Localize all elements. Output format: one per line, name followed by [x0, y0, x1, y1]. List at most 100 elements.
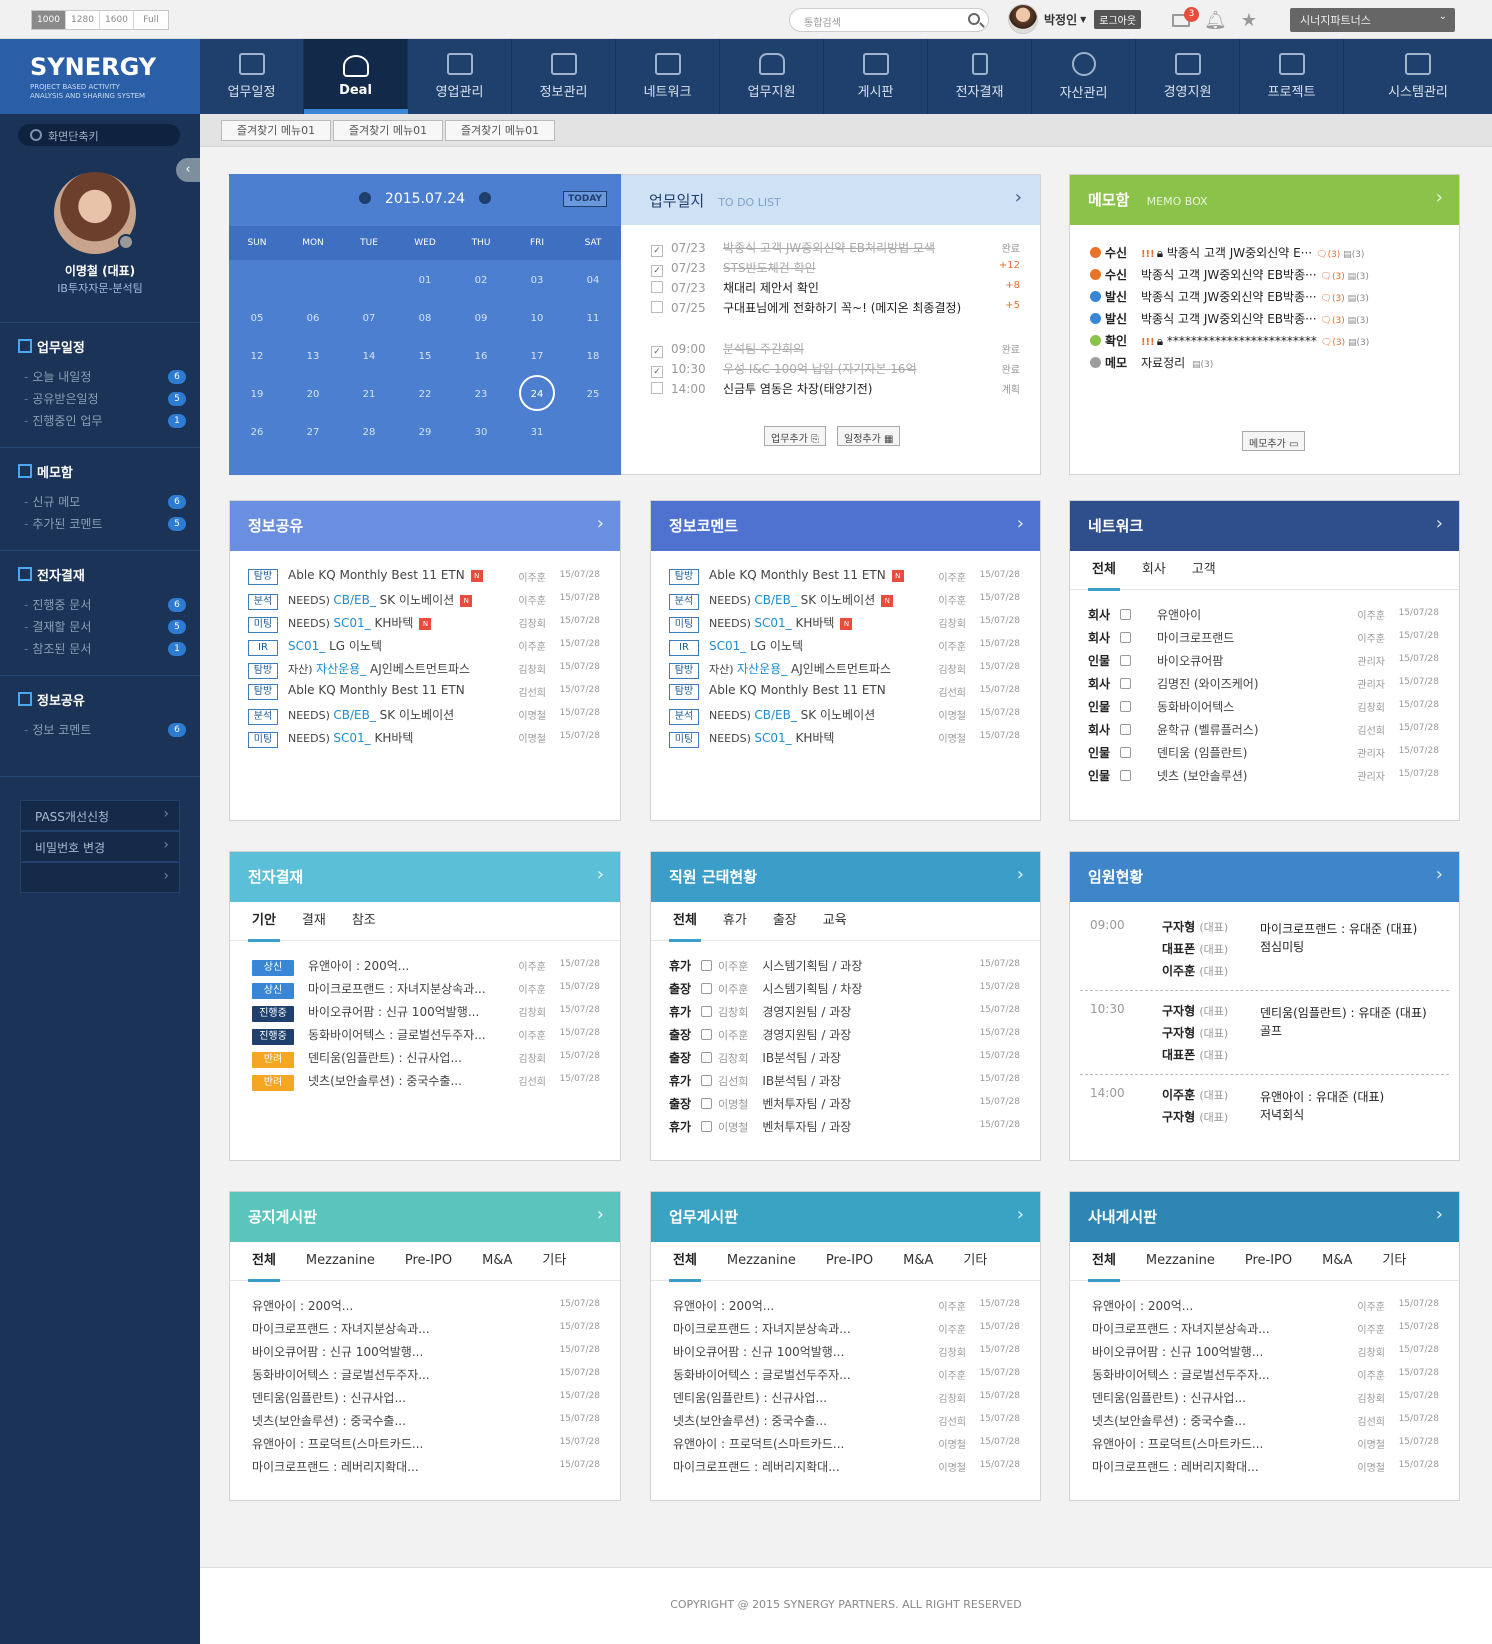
- info-link[interactable]: 자산운용_: [737, 662, 791, 676]
- calendar-day[interactable]: 13: [285, 351, 341, 362]
- board-row[interactable]: 마이크로프랜드 : 자녀지분상속과... 이주훈 15/07/28: [673, 1320, 1022, 1340]
- board-row[interactable]: 바이오큐어팜 : 신규 100억발행... 김창회 15/07/28: [673, 1343, 1022, 1363]
- board-row[interactable]: 동화바이어텍스 : 글로벌선두주자... 이주훈 15/07/28: [1092, 1366, 1441, 1386]
- board-row[interactable]: 넷츠(보안솔루션) : 중국수출... 15/07/28: [252, 1412, 602, 1432]
- todo-item[interactable]: 07/23 채대리 제안서 확인 +8: [651, 279, 1020, 299]
- chevron-right-icon[interactable]: ›: [597, 1204, 604, 1225]
- tab-company[interactable]: 회사: [1142, 551, 1166, 590]
- info-row[interactable]: 미팅 NEEDS) SC01_ KH바텍 N 김창회 15/07/28: [248, 614, 602, 634]
- network-row[interactable]: 인물 바이오큐어팜 관리자 15/07/28: [1088, 652, 1441, 672]
- calendar-day[interactable]: 15: [397, 351, 453, 362]
- calendar-day[interactable]: 02: [453, 275, 509, 286]
- gnb-system[interactable]: 시스템관리: [1344, 39, 1492, 114]
- board-row[interactable]: 넷츠(보안솔루션) : 중국수출... 김선희 15/07/28: [1092, 1412, 1441, 1432]
- attendance-row[interactable]: 출장 김창회 IB분석팀 / 과장 15/07/28: [669, 1049, 1022, 1069]
- attendance-row[interactable]: 휴가 이명철 벤처투자팀 / 과장 15/07/28: [669, 1118, 1022, 1138]
- chevron-right-icon[interactable]: ›: [597, 513, 604, 534]
- checkbox[interactable]: ✓: [651, 245, 663, 257]
- info-link[interactable]: CB/EB_: [333, 593, 379, 607]
- board-row[interactable]: 유앤아이 : 프로덕트(스마트카드... 이명철 15/07/28: [1092, 1435, 1441, 1455]
- info-link[interactable]: SC01_: [333, 616, 374, 630]
- board-row[interactable]: 마이크로프랜드 : 레버리지확대... 이명철 15/07/28: [1092, 1458, 1441, 1478]
- calendar-day[interactable]: 23: [453, 389, 509, 400]
- board-row[interactable]: 덴티움(임플란트) : 신규사업... 15/07/28: [252, 1389, 602, 1409]
- chevron-right-icon[interactable]: ›: [597, 864, 604, 885]
- chevron-down-icon[interactable]: ▼: [1080, 15, 1086, 24]
- todo-item[interactable]: ✓ 07/23 STS반도체건 확인 +12: [651, 259, 1020, 279]
- favorite-menu-3[interactable]: 즐겨찾기 메뉴01: [445, 120, 555, 141]
- attendance-row[interactable]: 휴가 이주훈 시스템기획팀 / 과장 15/07/28: [669, 957, 1022, 977]
- today-button[interactable]: TODAY: [563, 191, 607, 207]
- network-row[interactable]: 회사 마이크로프랜드 이주훈 15/07/28: [1088, 629, 1441, 649]
- add-task-button[interactable]: 업무추가 ⎘: [764, 426, 826, 446]
- memo-item[interactable]: 수신!!! 🔒︎ 박종식 고객 JW중외신약 E··· 🗨︎(3) ▤(3): [1090, 244, 1439, 264]
- info-row[interactable]: 탐방 Able KQ Monthly Best 11 ETN N 이주훈 15/07/2…: [248, 568, 602, 588]
- board-tab[interactable]: 기타: [542, 1242, 566, 1281]
- sidebar-item[interactable]: 진행중인 업무: [24, 412, 102, 429]
- checkbox[interactable]: [651, 281, 663, 293]
- gnb-info[interactable]: 정보관리: [512, 39, 616, 114]
- resolution-1280[interactable]: 1280: [66, 11, 100, 29]
- sidebar-item[interactable]: 참조된 문서: [24, 640, 91, 657]
- board-tab[interactable]: Mezzanine: [1146, 1242, 1215, 1281]
- tab-education[interactable]: 교육: [823, 902, 847, 941]
- sidebar-item[interactable]: 신규 메모: [24, 493, 80, 510]
- gnb-support[interactable]: 업무지원: [720, 39, 824, 114]
- calendar-day[interactable]: 27: [285, 427, 341, 438]
- board-tab[interactable]: 기타: [1382, 1242, 1406, 1281]
- calendar-day[interactable]: 22: [397, 389, 453, 400]
- chevron-right-icon[interactable]: ›: [1017, 1204, 1024, 1225]
- resolution-1000[interactable]: 1000: [32, 11, 66, 29]
- calendar-day[interactable]: 30: [453, 427, 509, 438]
- calendar-day[interactable]: 10: [509, 313, 565, 324]
- sidebar-item[interactable]: 공유받은일정: [24, 390, 98, 407]
- sidebar-section-title[interactable]: 업무일정: [18, 337, 85, 356]
- approval-row[interactable]: 반려 덴티움(임플란트) : 신규사업... 김창회 15/07/28: [252, 1049, 602, 1069]
- board-tab[interactable]: 전체: [248, 1242, 280, 1282]
- info-row[interactable]: 분석 NEEDS) CB/EB_ SK 이노베이션 N 이주훈 15/07/28: [248, 591, 602, 611]
- board-row[interactable]: 바이오큐어팜 : 신규 100억발행... 15/07/28: [252, 1343, 602, 1363]
- gnb-schedule[interactable]: 업무일정: [200, 39, 304, 114]
- info-row[interactable]: 탐방 Able KQ Monthly Best 11 ETN 김선희 15/07/28: [248, 683, 602, 703]
- chevron-right-icon[interactable]: ›: [1017, 864, 1024, 885]
- tab-trip[interactable]: 출장: [773, 902, 797, 941]
- info-link[interactable]: SC01_: [288, 639, 329, 653]
- board-tab[interactable]: M&A: [1322, 1242, 1352, 1281]
- star-icon[interactable]: ★: [1241, 10, 1257, 31]
- add-memo-button[interactable]: 메모추가 ▭: [1242, 431, 1306, 451]
- calendar-day[interactable]: 03: [509, 275, 565, 286]
- gnb-network[interactable]: 네트워크: [616, 39, 720, 114]
- sidebar-item[interactable]: 오늘 내일정: [24, 368, 91, 385]
- tab-all[interactable]: 전체: [669, 902, 701, 942]
- collapse-sidebar-button[interactable]: ‹: [176, 158, 200, 182]
- approval-row[interactable]: 반려 넷츠(보안솔루션) : 중국수출... 김선희 15/07/28: [252, 1072, 602, 1092]
- pass-request-button[interactable]: PASS개선신청: [20, 800, 180, 831]
- info-link[interactable]: 자산운용_: [316, 662, 370, 676]
- board-row[interactable]: 마이크로프랜드 : 자녀지분상속과... 이주훈 15/07/28: [1092, 1320, 1441, 1340]
- info-link[interactable]: SC01_: [333, 731, 374, 745]
- info-row[interactable]: 탐방 자산) 자산운용_ AJ인베스트먼트파스 김창회 15/07/28: [669, 660, 1022, 680]
- info-link[interactable]: SC01_: [709, 639, 750, 653]
- memo-item[interactable]: 수신 박종식 고객 JW중외신약 EB박종··· 🗨︎(3) ▤(3): [1090, 266, 1439, 286]
- chevron-right-icon[interactable]: ›: [1436, 864, 1443, 885]
- chevron-right-icon[interactable]: ›: [1436, 513, 1443, 534]
- board-tab[interactable]: Mezzanine: [306, 1242, 375, 1281]
- checkbox[interactable]: [651, 301, 663, 313]
- board-row[interactable]: 유앤아이 : 200억... 15/07/28: [252, 1297, 602, 1317]
- calendar-day[interactable]: 12: [229, 351, 285, 362]
- board-tab[interactable]: 기타: [963, 1242, 987, 1281]
- calendar-day[interactable]: 05: [229, 313, 285, 324]
- board-tab[interactable]: M&A: [482, 1242, 512, 1281]
- attendance-row[interactable]: 출장 이주훈 경영지원팀 / 과장 15/07/28: [669, 1026, 1022, 1046]
- tab-all[interactable]: 전체: [1088, 551, 1120, 591]
- board-header[interactable]: 사내게시판 ›: [1070, 1192, 1459, 1242]
- info-row[interactable]: 분석 NEEDS) CB/EB_ SK 이노베이션 이명철 15/07/28: [248, 706, 602, 726]
- calendar-day[interactable]: 08: [397, 313, 453, 324]
- network-row[interactable]: 회사 김명진 (와이즈케어) 관리자 15/07/28: [1088, 675, 1441, 695]
- sidebar-item[interactable]: 추가된 코멘트: [24, 515, 102, 532]
- prev-month-icon[interactable]: [358, 192, 371, 204]
- network-row[interactable]: 인물 동화바이어텍스 김창회 15/07/28: [1088, 698, 1441, 718]
- quick-search-input[interactable]: 화면단축키: [18, 124, 180, 146]
- info-row[interactable]: IR SC01_ LG 이노텍 이주훈 15/07/28: [248, 637, 602, 657]
- change-password-button[interactable]: 비밀번호 변경: [20, 831, 180, 862]
